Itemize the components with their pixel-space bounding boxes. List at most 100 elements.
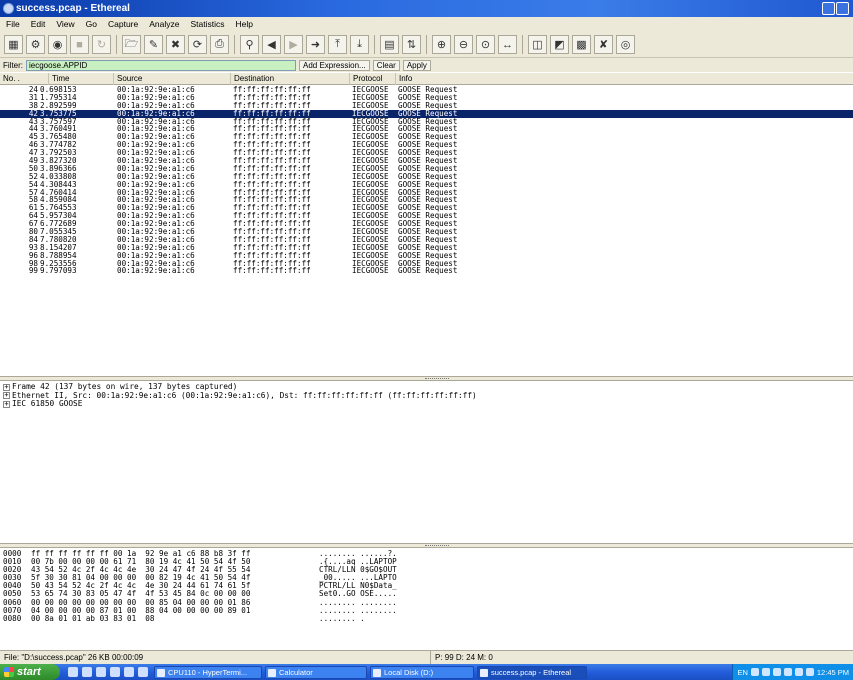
- detail-tree-item[interactable]: + Ethernet II, Src: 00:1a:92:9e:a1:c6 (00…: [3, 391, 853, 401]
- window-title: success.pcap - Ethereal: [16, 3, 130, 14]
- clear-button[interactable]: Clear: [372, 59, 400, 71]
- auto-scroll-icon[interactable]: ⇅: [402, 35, 421, 54]
- main-toolbar: ▦ ⚙ ◉ ■ ↻ 🗁 ✎ ✖ ⟳ ⎙ ⚲ ◀ ▶ ➜ ⤒ ⤓ ▤ ⇅ ⊕ ⊖ …: [0, 32, 853, 58]
- open-icon[interactable]: 🗁: [122, 35, 141, 54]
- quick-launch-icon[interactable]: [124, 667, 134, 677]
- expand-icon[interactable]: +: [3, 400, 10, 408]
- display-filters-icon[interactable]: ◩: [550, 35, 569, 54]
- detail-text: IEC 61850 GOOSE: [12, 399, 83, 408]
- column-header-destination[interactable]: Destination: [230, 73, 349, 85]
- windows-taskbar: start CPU110 - HyperTermi... Calculator …: [0, 664, 853, 680]
- quick-launch: [68, 667, 148, 677]
- window-controls: [822, 2, 849, 15]
- packet-destination: ff:ff:ff:ff:ff:ff: [233, 266, 311, 276]
- go-forward-icon[interactable]: ▶: [284, 35, 303, 54]
- apply-button[interactable]: Apply: [402, 59, 431, 71]
- filter-input[interactable]: iecgoose.APPID: [26, 59, 296, 71]
- tray-clock: 12:45 PM: [816, 667, 849, 677]
- print-icon[interactable]: ⎙: [210, 35, 229, 54]
- system-tray: EN 12:45 PM: [732, 664, 853, 680]
- tray-icon[interactable]: [761, 668, 770, 676]
- title-bar: success.pcap - Ethereal: [0, 0, 853, 17]
- capture-options-icon[interactable]: ⚙: [26, 35, 45, 54]
- restart-capture-icon[interactable]: ↻: [92, 35, 111, 54]
- capture-filters-icon[interactable]: ◫: [528, 35, 547, 54]
- packet-info: GOOSE Request: [398, 266, 458, 276]
- filter-label: Filter:: [3, 60, 23, 70]
- quick-launch-icon[interactable]: [110, 667, 120, 677]
- menu-help[interactable]: Help: [236, 17, 253, 32]
- zoom-out-icon[interactable]: ⊖: [454, 35, 473, 54]
- task-ethereal[interactable]: success.pcap - Ethereal: [477, 665, 587, 679]
- column-header-info[interactable]: Info: [395, 73, 853, 85]
- column-header-protocol[interactable]: Protocol: [349, 73, 395, 85]
- tray-icon[interactable]: [805, 668, 814, 676]
- menu-statistics[interactable]: Statistics: [190, 17, 224, 32]
- packet-bytes-pane[interactable]: 0000 ff ff ff ff ff ff 00 1a 92 9e a1 c6 …: [0, 548, 853, 648]
- resize-columns-icon[interactable]: ↔: [498, 35, 517, 54]
- filter-bar: Filter: iecgoose.APPID Add Expression...…: [0, 58, 853, 72]
- menu-go[interactable]: Go: [86, 17, 97, 32]
- task-calculator[interactable]: Calculator: [265, 665, 367, 679]
- preferences-icon[interactable]: ✘: [594, 35, 613, 54]
- find-packet-icon[interactable]: ⚲: [240, 35, 259, 54]
- packet-time: 9.797093: [40, 266, 77, 276]
- app-icon: [3, 3, 14, 14]
- quick-launch-icon[interactable]: [138, 667, 148, 677]
- tray-icon[interactable]: [750, 668, 759, 676]
- task-local-disk[interactable]: Local Disk (D:): [370, 665, 474, 679]
- start-button[interactable]: start: [0, 664, 60, 680]
- toolbar-separator: [426, 35, 427, 54]
- tray-icon[interactable]: [772, 668, 781, 676]
- packet-list-header: No. . Time Source Destination Protocol I…: [0, 73, 853, 85]
- close-file-icon[interactable]: ✖: [166, 35, 185, 54]
- column-header-time[interactable]: Time: [48, 73, 113, 85]
- stop-capture-icon[interactable]: ■: [70, 35, 89, 54]
- hex-row[interactable]: 0080 00 8a 01 01 ab 03 83 01 08 ........ .: [3, 613, 853, 623]
- quick-launch-icon[interactable]: [82, 667, 92, 677]
- menu-capture[interactable]: Capture: [108, 17, 138, 32]
- expand-icon[interactable]: +: [3, 392, 10, 399]
- go-first-icon[interactable]: ⤒: [328, 35, 347, 54]
- column-header-source[interactable]: Source: [113, 73, 230, 85]
- menu-view[interactable]: View: [56, 17, 74, 32]
- hex-bytes: 00 8a 01 01 ab 03 83 01 08: [31, 613, 155, 623]
- packet-list[interactable]: 24 0.698153 00:1a:92:9e:a1:c6 ff:ff:ff:ff:f…: [0, 86, 853, 376]
- column-header-no[interactable]: No. .: [0, 73, 48, 85]
- start-capture-icon[interactable]: ◉: [48, 35, 67, 54]
- hex-ascii: ........ .: [319, 613, 365, 623]
- expand-icon[interactable]: +: [3, 383, 10, 391]
- zoom-normal-icon[interactable]: ⊙: [476, 35, 495, 54]
- packet-row[interactable]: 99 9.797093 00:1a:92:9e:a1:c6 ff:ff:ff:ff:f…: [0, 267, 853, 275]
- hex-offset: 0080: [3, 613, 22, 623]
- language-indicator[interactable]: EN: [737, 668, 747, 677]
- packet-details-pane[interactable]: + Frame 42 (137 bytes on wire, 137 bytes …: [0, 381, 853, 543]
- go-back-icon[interactable]: ◀: [262, 35, 281, 54]
- minimize-button[interactable]: [822, 2, 835, 15]
- status-packet-counts: P: 99 D: 24 M: 0: [430, 651, 493, 664]
- splitter-grip: [425, 545, 449, 546]
- colorize-icon[interactable]: ▤: [380, 35, 399, 54]
- quick-launch-icon[interactable]: [96, 667, 106, 677]
- go-to-packet-icon[interactable]: ➜: [306, 35, 325, 54]
- menu-edit[interactable]: Edit: [31, 17, 46, 32]
- task-hyperterminal[interactable]: CPU110 - HyperTermi...: [154, 665, 262, 679]
- detail-tree-item[interactable]: + IEC 61850 GOOSE: [3, 399, 853, 409]
- add-expression-button[interactable]: Add Expression...: [299, 59, 370, 71]
- save-as-icon[interactable]: ✎: [144, 35, 163, 54]
- help-icon[interactable]: ◎: [616, 35, 635, 54]
- interface-list-icon[interactable]: ▦: [4, 35, 23, 54]
- maximize-button[interactable]: [836, 2, 849, 15]
- reload-icon[interactable]: ⟳: [188, 35, 207, 54]
- tray-icon[interactable]: [794, 668, 803, 676]
- go-last-icon[interactable]: ⤓: [350, 35, 369, 54]
- tray-icon[interactable]: [783, 668, 792, 676]
- packet-source: 00:1a:92:9e:a1:c6: [117, 266, 195, 276]
- menu-file[interactable]: File: [6, 17, 20, 32]
- menu-analyze[interactable]: Analyze: [149, 17, 179, 32]
- packet-protocol: IECGOOSE: [352, 266, 389, 276]
- toolbar-separator: [116, 35, 117, 54]
- coloring-rules-icon[interactable]: ▩: [572, 35, 591, 54]
- quick-launch-icon[interactable]: [68, 667, 78, 677]
- zoom-in-icon[interactable]: ⊕: [432, 35, 451, 54]
